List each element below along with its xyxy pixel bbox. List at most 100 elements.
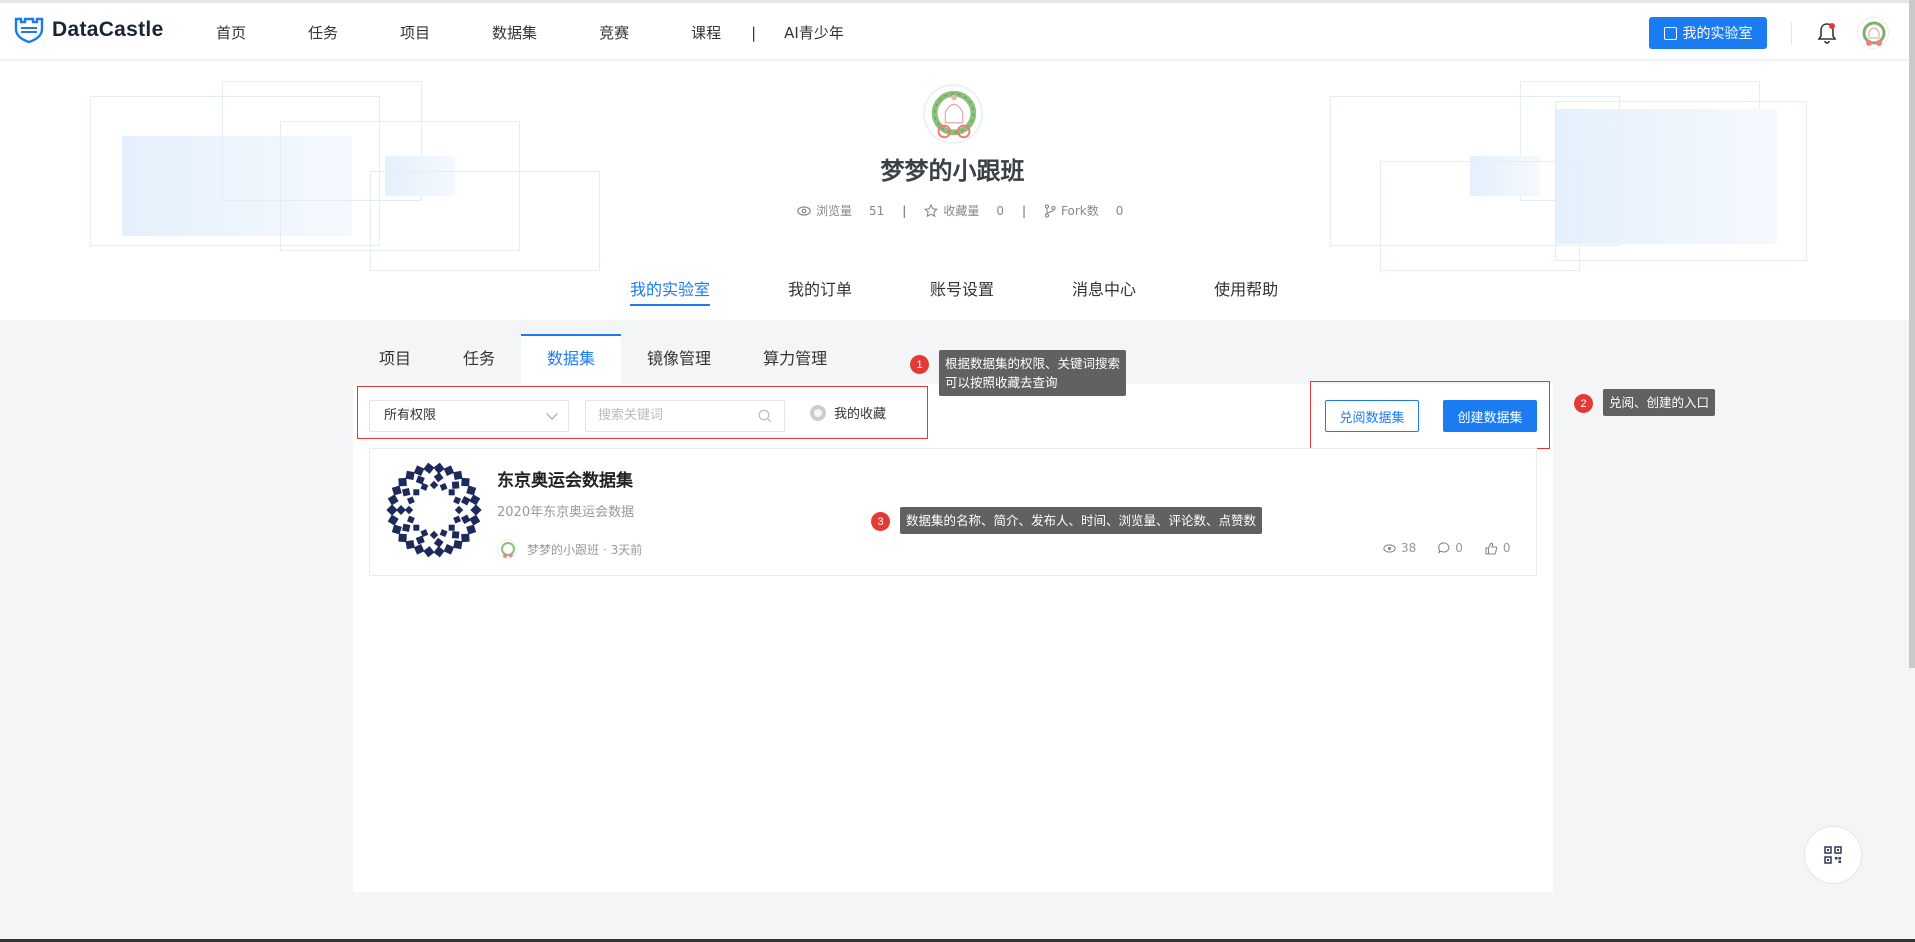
dataset-title[interactable]: 东京奥运会数据集	[497, 466, 633, 491]
stat-value: 51	[869, 203, 885, 218]
emblem-check	[461, 477, 470, 487]
emblem-check	[413, 489, 420, 496]
emblem-check	[386, 504, 398, 516]
emblem-check	[466, 485, 477, 496]
emblem-check	[429, 480, 439, 490]
my-lab-label: 我的实验室	[1682, 26, 1753, 42]
likes-count: 0	[1502, 541, 1511, 555]
nav-separator: |	[751, 23, 757, 42]
subnav-help[interactable]: 使用帮助	[1214, 276, 1278, 306]
emblem-check	[453, 515, 462, 524]
search-input[interactable]	[598, 408, 748, 423]
annotation-badge: 1	[910, 355, 929, 374]
olympic-emblem-icon	[386, 462, 482, 558]
redeem-dataset-button[interactable]: 兑阅数据集	[1325, 400, 1419, 432]
main-nav: 首页 任务 项目 数据集 竞赛 课程 | AI青少年	[216, 22, 844, 43]
emblem-check	[402, 488, 411, 497]
logo[interactable]: DataCastle	[14, 17, 164, 43]
search-box[interactable]	[585, 400, 785, 432]
emblem-check	[405, 539, 415, 550]
subnav-my-orders[interactable]: 我的订单	[788, 276, 852, 306]
stat-label: 浏览量	[816, 204, 853, 218]
wreath-avatar-icon	[501, 542, 515, 558]
subnav-account-settings[interactable]: 账号设置	[930, 276, 994, 306]
emblem-check	[406, 496, 415, 505]
annotation-line: 可以按照收藏去查询	[945, 375, 1058, 390]
emblem-check	[433, 472, 444, 483]
nav-item-tasks[interactable]: 任务	[308, 22, 338, 43]
my-lab-button[interactable]: 我的实验室	[1649, 17, 1767, 49]
permission-select[interactable]: 所有权限	[369, 400, 569, 432]
emblem-check	[415, 535, 425, 545]
profile-stats: 浏览量 51 | 收藏量 0 | Fork数 0	[797, 202, 1123, 219]
tab-projects[interactable]: 项目	[353, 334, 437, 384]
stat-forks: Fork数 0	[1044, 202, 1123, 219]
dataset-views: 38	[1383, 541, 1416, 555]
dataset-likes[interactable]: 0	[1485, 541, 1511, 555]
emblem-check	[439, 482, 448, 491]
top-navbar: DataCastle 首页 任务 项目 数据集 竞赛 课程 | AI青少年 我的…	[0, 0, 1915, 60]
emblem-check	[387, 514, 399, 526]
stat-value: 0	[1115, 203, 1124, 218]
emblem-check	[413, 524, 420, 531]
nav-item-competitions[interactable]: 竞赛	[599, 22, 629, 43]
nav-item-ai-youth[interactable]: AI青少年	[784, 22, 844, 43]
wreath-avatar-icon	[1862, 21, 1886, 46]
subnav-my-lab[interactable]: 我的实验室	[630, 276, 711, 306]
views-count: 38	[1401, 541, 1417, 555]
emblem-check	[433, 546, 445, 558]
dataset-time: · 3天前	[603, 542, 643, 557]
favorites-radio[interactable]: 我的收藏	[810, 403, 886, 422]
castle-logo-icon	[14, 17, 44, 43]
chevron-down-icon	[546, 408, 558, 420]
emblem-check	[448, 489, 455, 496]
notification-bell-icon[interactable]	[1816, 21, 1838, 45]
emblem-check	[451, 481, 460, 489]
nav-item-courses[interactable]: 课程	[691, 22, 721, 43]
emblem-check	[391, 485, 402, 496]
profile-name: 梦梦的小跟班	[880, 157, 1025, 185]
stat-label: Fork数	[1061, 204, 1099, 218]
topbar-divider	[1791, 22, 1792, 44]
favorites-label: 我的收藏	[834, 407, 887, 422]
thumbs-up-icon	[1485, 541, 1498, 555]
author-avatar	[497, 539, 517, 559]
emblem-check	[469, 494, 481, 506]
qr-code-button[interactable]	[1804, 826, 1862, 884]
emblem-check	[413, 465, 425, 476]
annotation-line: 数据集的名称、简介、发布人、时间、浏览量、评论数、点赞数	[906, 513, 1257, 528]
annotation-line: 根据数据集的权限、关键词搜索	[945, 356, 1121, 371]
emblem-check	[429, 530, 439, 540]
emblem-check	[469, 514, 481, 526]
dataset-stats: 38 0 0	[1383, 541, 1511, 555]
tab-compute-management[interactable]: 算力管理	[737, 334, 853, 384]
stat-favorites: 收藏量 0	[924, 202, 1004, 219]
scrollbar[interactable]	[1909, 0, 1915, 668]
emblem-check	[391, 524, 402, 535]
emblem-check	[443, 544, 455, 555]
nav-item-datasets[interactable]: 数据集	[492, 22, 537, 43]
create-dataset-button[interactable]: 创建数据集	[1443, 400, 1537, 432]
nav-item-home[interactable]: 首页	[216, 22, 246, 43]
user-avatar[interactable]	[1857, 17, 1889, 49]
eye-icon	[797, 205, 811, 216]
annotation-badge: 3	[871, 512, 890, 531]
tab-datasets[interactable]: 数据集	[521, 334, 622, 384]
search-icon[interactable]	[758, 409, 772, 423]
nav-item-projects[interactable]: 项目	[400, 22, 430, 43]
emblem-check	[387, 494, 399, 506]
fork-icon	[1044, 203, 1056, 218]
dataset-description: 2020年东京奥运会数据	[497, 505, 635, 520]
tab-image-management[interactable]: 镜像管理	[621, 334, 737, 384]
emblem-check	[415, 475, 425, 485]
emblem-check	[460, 495, 471, 506]
emblem-check	[470, 504, 482, 516]
emblem-check	[406, 515, 415, 524]
radio-button[interactable]	[810, 404, 826, 421]
subnav-message-center[interactable]: 消息中心	[1072, 276, 1136, 306]
qr-code-icon	[1824, 846, 1842, 864]
tab-tasks[interactable]: 任务	[437, 334, 521, 384]
annotation-badge: 2	[1574, 394, 1593, 413]
dataset-author[interactable]: 梦梦的小跟班	[527, 541, 599, 558]
emblem-check	[451, 531, 460, 539]
